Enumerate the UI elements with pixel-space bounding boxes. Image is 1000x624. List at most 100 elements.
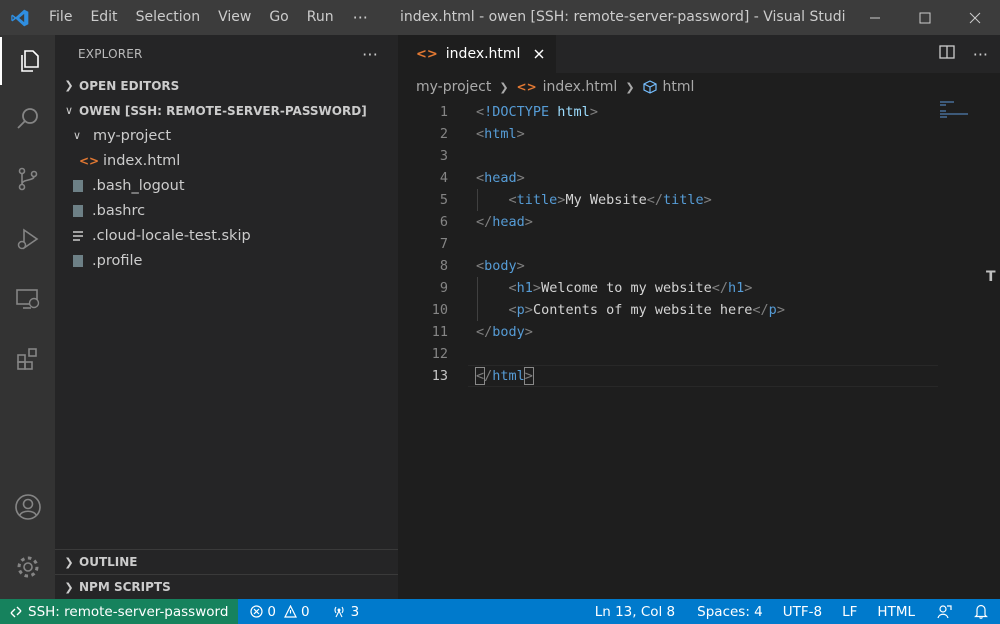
indentation-setting[interactable]: Spaces: 4	[689, 599, 775, 624]
warning-icon	[284, 605, 297, 618]
tree-item-label: .bash_logout	[92, 177, 185, 194]
feedback-icon[interactable]	[929, 599, 966, 624]
error-count: 0	[267, 603, 276, 620]
cursor-position[interactable]: Ln 13, Col 8	[587, 599, 689, 624]
chevron-right-icon: ❯	[625, 80, 635, 94]
npm-scripts-section[interactable]: ❯ NPM SCRIPTS	[55, 574, 398, 599]
tree-item-label: .cloud-locale-test.skip	[92, 227, 251, 244]
close-tab-icon[interactable]	[530, 45, 548, 63]
explorer-header: EXPLORER ···	[55, 35, 398, 73]
chevron-right-icon: ❯	[499, 80, 509, 94]
workspace-section[interactable]: ∨ OWEN [SSH: REMOTE-SERVER-PASSWORD]	[55, 98, 398, 123]
menu-more-button[interactable]: ···	[343, 8, 378, 27]
code-line[interactable]: 7	[398, 233, 938, 255]
explorer-icon[interactable]	[0, 37, 55, 85]
tree-item-index-html[interactable]: <> index.html	[55, 148, 398, 173]
line-number: 6	[439, 214, 448, 230]
tab-index-html[interactable]: <> index.html	[398, 35, 557, 73]
menu-go[interactable]: Go	[260, 0, 297, 35]
line-content: <html>	[476, 126, 525, 142]
radio-tower-icon	[332, 605, 346, 618]
menu-bar: File Edit Selection View Go Run ···	[40, 0, 378, 35]
eol-setting[interactable]: LF	[834, 599, 869, 624]
code-editor[interactable]: 1 <!DOCTYPE html> 2 <html> 3 4 <head> 5 <title>…	[398, 101, 1000, 599]
line-content: <!DOCTYPE html>	[476, 104, 598, 120]
tree-item-cloud-locale-test[interactable]: .cloud-locale-test.skip	[55, 223, 398, 248]
manage-gear-icon[interactable]	[0, 543, 55, 591]
menu-view[interactable]: View	[209, 0, 260, 35]
window-title: index.html - owen [SSH: remote-server-pa…	[400, 9, 845, 25]
open-editors-label: OPEN EDITORS	[79, 78, 180, 93]
breadcrumb-file[interactable]: index.html	[543, 79, 618, 95]
line-number: 4	[439, 170, 448, 186]
title-bar: File Edit Selection View Go Run ··· inde…	[0, 0, 1000, 35]
minimap[interactable]	[940, 101, 985, 131]
line-number: 7	[439, 236, 448, 252]
accounts-icon[interactable]	[0, 483, 55, 531]
remote-indicator[interactable]: SSH: remote-server-password	[0, 599, 239, 624]
tree-item-profile[interactable]: .profile	[55, 248, 398, 273]
open-editors-section[interactable]: ❯ OPEN EDITORS	[55, 73, 398, 98]
remote-explorer-icon[interactable]	[0, 275, 55, 323]
breadcrumb-folder[interactable]: my-project	[416, 79, 491, 95]
chevron-down-icon: ∨	[72, 129, 82, 142]
chevron-right-icon: ❯	[64, 555, 74, 569]
menu-edit[interactable]: Edit	[81, 0, 126, 35]
outline-section[interactable]: ❯ OUTLINE	[55, 549, 398, 574]
explorer-sidebar: EXPLORER ··· ❯ OPEN EDITORS ∨ OWEN [SSH:…	[55, 35, 398, 599]
code-line[interactable]: 11 </body>	[398, 321, 938, 343]
activity-bar	[0, 35, 55, 599]
menu-selection[interactable]: Selection	[127, 0, 210, 35]
code-line[interactable]: 2 <html>	[398, 123, 938, 145]
remote-label: SSH: remote-server-password	[28, 603, 229, 620]
source-control-icon[interactable]	[0, 155, 55, 203]
code-line[interactable]: 1 <!DOCTYPE html>	[398, 101, 938, 123]
extensions-icon[interactable]	[0, 335, 55, 383]
window-controls	[850, 0, 1000, 35]
code-line[interactable]: 5 <title>My Website</title>	[398, 189, 938, 211]
remote-icon	[10, 606, 22, 618]
line-content: <h1>Welcome to my website</h1>	[508, 280, 753, 296]
notifications-bell-icon[interactable]	[966, 599, 1000, 624]
line-number: 3	[439, 148, 448, 164]
line-content: <title>My Website</title>	[508, 192, 712, 208]
symbol-element-icon	[642, 80, 657, 94]
maximize-icon[interactable]	[900, 0, 950, 35]
editor-area: <> index.html ··· my-project ❯ <> index.…	[398, 35, 1000, 599]
status-bar: SSH: remote-server-password 0 0 3 Ln 13,…	[0, 599, 1000, 624]
sidebar-bottom-sections: ❯ OUTLINE ❯ NPM SCRIPTS	[55, 549, 398, 599]
warning-count: 0	[301, 603, 310, 620]
breadcrumb-symbol[interactable]: html	[663, 79, 695, 95]
file-icon	[70, 253, 86, 269]
code-line[interactable]: 4 <head>	[398, 167, 938, 189]
close-window-icon[interactable]	[950, 0, 1000, 35]
code-line[interactable]: 3	[398, 145, 938, 167]
code-line[interactable]: 10 <p>Contents of my website here</p>	[398, 299, 938, 321]
ports-indicator[interactable]: 3	[318, 599, 368, 624]
tree-item-bashrc[interactable]: .bashrc	[55, 198, 398, 223]
explorer-more-button[interactable]: ···	[362, 45, 378, 64]
line-number: 5	[439, 192, 448, 208]
run-debug-icon[interactable]	[0, 215, 55, 263]
search-icon[interactable]	[0, 95, 55, 143]
file-icon	[70, 178, 86, 194]
tree-item-my-project[interactable]: ∨ my-project	[55, 123, 398, 148]
code-line[interactable]: 8 <body>	[398, 255, 938, 277]
split-editor-icon[interactable]	[939, 44, 955, 64]
line-content: <body>	[476, 258, 525, 274]
menu-run[interactable]: Run	[298, 0, 343, 35]
language-mode[interactable]: HTML	[869, 599, 929, 624]
code-line[interactable]: 6 </head>	[398, 211, 938, 233]
minimize-icon[interactable]	[850, 0, 900, 35]
encoding-setting[interactable]: UTF-8	[775, 599, 834, 624]
code-line[interactable]: 9 <h1>Welcome to my website</h1>	[398, 277, 938, 299]
editor-more-button[interactable]: ···	[973, 45, 988, 64]
tree-item-bash-logout[interactable]: .bash_logout	[55, 173, 398, 198]
outline-label: OUTLINE	[79, 555, 138, 569]
menu-file[interactable]: File	[40, 0, 81, 35]
tab-label: index.html	[445, 46, 521, 62]
code-line[interactable]: 12	[398, 343, 938, 365]
code-line[interactable]: 13 </html>	[398, 365, 938, 387]
problems-indicator[interactable]: 0 0	[238, 599, 317, 624]
npm-scripts-label: NPM SCRIPTS	[79, 580, 171, 594]
